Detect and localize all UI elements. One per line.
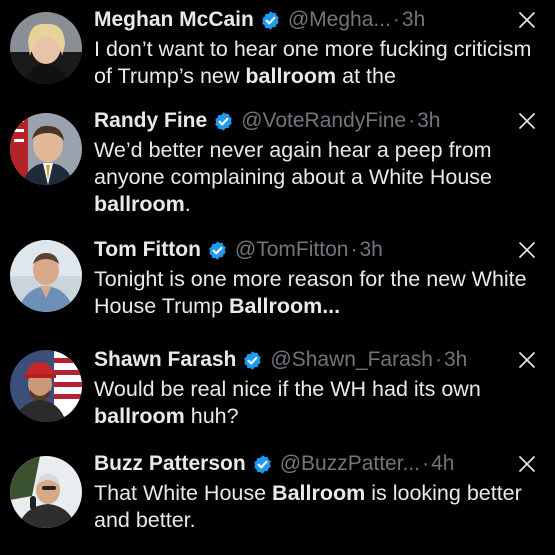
separator-dot: · bbox=[408, 109, 416, 132]
profile-photo-icon bbox=[10, 12, 82, 84]
verified-badge-icon bbox=[244, 350, 262, 370]
author-handle[interactable]: @Megha... bbox=[288, 6, 391, 34]
avatar[interactable] bbox=[10, 12, 82, 84]
tweet-text: We’d better never again hear a peep from… bbox=[94, 137, 543, 218]
profile-photo-icon bbox=[10, 456, 82, 528]
tweet-text: I don’t want to hear one more fucking cr… bbox=[94, 36, 543, 90]
author-name[interactable]: Randy Fine bbox=[94, 107, 207, 135]
profile-photo-icon bbox=[10, 113, 82, 185]
avatar[interactable] bbox=[10, 240, 82, 312]
tweet-text-bold: Ballroom bbox=[272, 481, 366, 505]
author-handle[interactable]: @BuzzPatter... bbox=[280, 450, 420, 478]
avatar[interactable] bbox=[10, 456, 82, 528]
author-handle[interactable]: @Shawn_Farash bbox=[270, 346, 433, 374]
author-handle[interactable]: @VoteRandyFine bbox=[241, 107, 406, 135]
verified-badge-icon bbox=[253, 454, 271, 474]
separator-dot: · bbox=[434, 348, 442, 371]
author-name[interactable]: Shawn Farash bbox=[94, 346, 236, 374]
avatar[interactable] bbox=[10, 350, 82, 422]
author-name[interactable]: Buzz Patterson bbox=[94, 450, 246, 478]
timestamp[interactable]: 4h bbox=[431, 450, 454, 478]
tweet-text: That White House Ballroom is looking bet… bbox=[94, 480, 543, 534]
tweet-text-bold: Ballroom... bbox=[229, 294, 341, 318]
tweet-text-part: That White House bbox=[94, 481, 273, 505]
profile-photo-icon bbox=[10, 350, 82, 422]
avatar[interactable] bbox=[10, 113, 82, 185]
tweet-text-part: We’d better never again hear a peep from… bbox=[94, 138, 493, 189]
tweet-text-bold: ballroom bbox=[94, 404, 185, 428]
timestamp[interactable]: 3h bbox=[359, 236, 382, 264]
tweet-text-bold: ballroom bbox=[245, 64, 337, 88]
tweet-text: Would be real nice if the WH had its own… bbox=[94, 376, 543, 430]
author-handle[interactable]: @TomFitton bbox=[235, 236, 349, 264]
timestamp[interactable]: 3h bbox=[402, 6, 425, 34]
verified-badge-icon bbox=[209, 240, 226, 260]
tweet-text-part: Would be real nice if the WH had its own bbox=[94, 377, 481, 401]
tweet-text-part: . bbox=[184, 192, 191, 216]
timestamp[interactable]: 3h bbox=[417, 107, 440, 135]
x-logo-icon[interactable] bbox=[517, 240, 537, 260]
x-logo-icon[interactable] bbox=[517, 10, 537, 30]
x-logo-icon[interactable] bbox=[517, 350, 537, 370]
separator-dot: · bbox=[392, 8, 400, 31]
timestamp[interactable]: 3h bbox=[444, 346, 467, 374]
tweet-text: Tonight is one more reason for the new W… bbox=[94, 266, 543, 320]
separator-dot: · bbox=[350, 238, 358, 261]
tweet-text-bold: ballroom bbox=[94, 192, 185, 216]
profile-photo-icon bbox=[10, 240, 82, 312]
x-logo-icon[interactable] bbox=[517, 454, 537, 474]
separator-dot: · bbox=[422, 452, 430, 475]
verified-badge-icon bbox=[215, 111, 232, 131]
author-name[interactable]: Tom Fitton bbox=[94, 236, 201, 264]
x-logo-icon[interactable] bbox=[517, 111, 537, 131]
tweet-text-part: at the bbox=[336, 64, 396, 88]
verified-badge-icon bbox=[262, 10, 279, 30]
tweet-text-part: huh? bbox=[184, 404, 239, 428]
author-name[interactable]: Meghan McCain bbox=[94, 6, 254, 34]
